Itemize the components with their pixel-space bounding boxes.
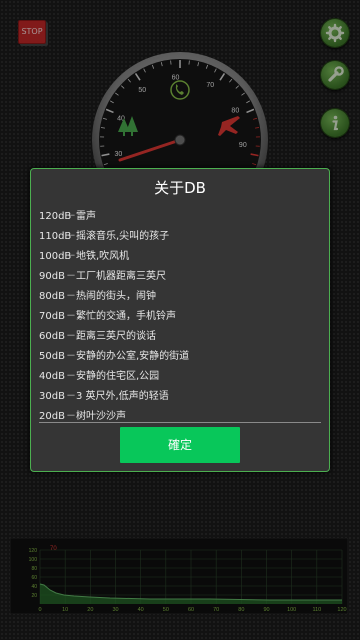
list-item: 50dB－安静的办公室,安静的街道 [39,347,189,367]
db-description: 工厂机器距离三英尺 [76,271,166,282]
db-value: 110dB [39,231,72,242]
db-value: 20dB [39,411,65,422]
db-description: 热闹的街头，闹钟 [76,291,156,302]
dialog-title: 关于DB [154,179,206,197]
db-description: 繁忙的交通，手机铃声 [76,311,176,322]
list-item: 90dB－工厂机器距离三英尺 [39,267,189,287]
list-item: 110dB－摇滚音乐,尖叫的孩子 [39,227,189,247]
db-value: 60dB [39,331,65,342]
separator: － [66,291,76,302]
list-item: 70dB－繁忙的交通，手机铃声 [39,307,189,327]
db-value: 50dB [39,351,65,362]
db-reference-list: 120dB－雷声 110dB－摇滚音乐,尖叫的孩子 100dB－地铁,吹风机 90dB… [39,207,189,427]
list-item: 120dB－雷声 [39,207,189,227]
separator: － [66,271,76,282]
separator: － [66,251,76,262]
db-description: 摇滚音乐,尖叫的孩子 [76,231,170,242]
dialog-divider [39,422,321,423]
separator: － [66,351,76,362]
db-description: 3 英尺外,低声的轻语 [76,391,169,402]
list-item: 60dB－距离三英尺的谈话 [39,327,189,347]
db-description: 安静的办公室,安静的街道 [76,351,190,362]
db-description: 地铁,吹风机 [76,251,130,262]
separator: － [66,311,76,322]
separator: － [66,331,76,342]
separator: － [66,391,76,402]
about-db-dialog: 关于DB 120dB－雷声 110dB－摇滚音乐,尖叫的孩子 100dB－地铁,吹风… [30,168,330,472]
db-value: 90dB [39,271,65,282]
db-description: 雷声 [76,211,96,222]
list-item: 80dB－热闹的街头，闹钟 [39,287,189,307]
db-value: 120dB [39,211,72,222]
list-item: 20dB－树叶沙沙声 [39,407,189,427]
db-description: 树叶沙沙声 [76,411,126,422]
db-value: 100dB [39,251,72,262]
db-description: 距离三英尺的谈话 [76,331,156,342]
list-item: 100dB－地铁,吹风机 [39,247,189,267]
db-value: 30dB [39,391,65,402]
list-item: 30dB－3 英尺外,低声的轻语 [39,387,189,407]
list-item: 40dB－安静的住宅区,公园 [39,367,189,387]
separator: － [66,411,76,422]
db-value: 80dB [39,291,65,302]
separator: － [66,231,76,242]
db-description: 安静的住宅区,公园 [76,371,160,382]
db-value: 40dB [39,371,65,382]
ok-button[interactable]: 確定 [120,427,240,463]
db-value: 70dB [39,311,65,322]
separator: － [66,211,76,222]
separator: － [66,371,76,382]
